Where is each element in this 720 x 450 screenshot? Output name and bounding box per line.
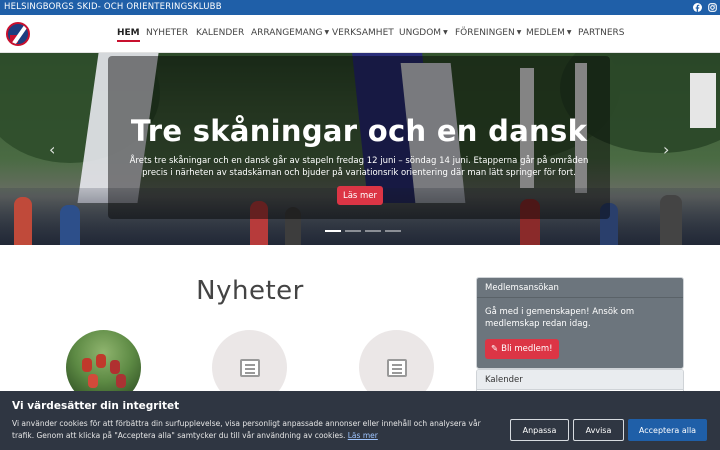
- carousel-indicator[interactable]: [325, 230, 341, 232]
- nav-item-kalender[interactable]: KALENDER: [196, 28, 244, 38]
- nav-item-partners[interactable]: PARTNERS: [578, 28, 625, 38]
- calendar-card-title: Kalender: [477, 370, 683, 390]
- nav-item-label: FÖRENINGEN: [455, 28, 515, 38]
- nav-item-nyheter[interactable]: NYHETER: [146, 28, 188, 38]
- become-member-button[interactable]: ✎ Bli medlem!: [485, 339, 559, 359]
- newspaper-icon: [386, 358, 407, 377]
- read-more-button[interactable]: Läs mer: [337, 186, 383, 205]
- hero-text: Årets tre skåningar och en dansk går av …: [129, 156, 589, 178]
- read-more-link[interactable]: Läs mer: [348, 431, 378, 440]
- carousel-indicator[interactable]: [365, 230, 381, 232]
- nav-item-ungdom[interactable]: UNGDOM ▼: [399, 28, 448, 38]
- instagram-icon[interactable]: [707, 2, 717, 12]
- membership-card: Medlemsansökan Gå med i gemenskapen! Ans…: [476, 277, 684, 369]
- facebook-icon[interactable]: [692, 2, 702, 12]
- chevron-down-icon: ▼: [443, 29, 448, 36]
- carousel-prev-icon[interactable]: ‹: [49, 140, 55, 159]
- chevron-down-icon: ▼: [566, 29, 572, 36]
- nav-item-label: UNGDOM: [399, 28, 442, 38]
- edit-icon: ✎: [491, 344, 499, 354]
- membership-card-text: Gå med i gemenskapen! Ansök om medlemska…: [485, 307, 635, 329]
- newspaper-icon: [239, 358, 260, 377]
- nav-item-arrangemang[interactable]: ARRANGEMANG ▼: [251, 28, 329, 38]
- main-navbar: HEM NYHETER KALENDER ARRANGEMANG ▼ VERKSA…: [0, 15, 720, 53]
- accept-all-button[interactable]: Acceptera alla: [628, 419, 707, 441]
- top-bar: HELSINGBORGS SKID- OCH ORIENTERINGSKLUBB: [0, 0, 720, 15]
- nav-item-label: MEDLEM: [526, 28, 565, 38]
- reject-button[interactable]: Avvisa: [573, 419, 624, 441]
- carousel-next-icon[interactable]: ›: [663, 140, 669, 159]
- chevron-down-icon: ▼: [324, 29, 330, 36]
- nav-item-verksamhet[interactable]: VERKSAMHET: [332, 28, 394, 38]
- carousel-indicator[interactable]: [345, 230, 361, 232]
- news-heading: Nyheter: [196, 276, 304, 306]
- become-member-label: Bli medlem!: [501, 344, 553, 354]
- club-name: HELSINGBORGS SKID- OCH ORIENTERINGSKLUBB: [4, 2, 222, 12]
- cookie-body: Vi använder cookies för att förbättra di…: [12, 419, 481, 440]
- customize-button[interactable]: Anpassa: [510, 419, 569, 441]
- chevron-down-icon: ▼: [516, 29, 522, 36]
- nav-item-label: ARRANGEMANG: [251, 28, 323, 38]
- club-logo[interactable]: [6, 22, 30, 46]
- membership-card-title: Medlemsansökan: [477, 278, 683, 298]
- carousel-indicator[interactable]: [385, 230, 401, 232]
- hero-title: Tre skåningar och en dansk: [130, 114, 588, 148]
- signpost: [690, 73, 716, 128]
- nav-item-hem[interactable]: HEM: [117, 28, 140, 42]
- nav-item-foreningen[interactable]: FÖRENINGEN ▼: [455, 28, 521, 38]
- cookie-title: Vi värdesätter din integritet: [12, 400, 180, 412]
- nav-item-medlem[interactable]: MEDLEM ▼: [526, 28, 571, 38]
- cookie-text: Vi använder cookies för att förbättra di…: [12, 418, 504, 442]
